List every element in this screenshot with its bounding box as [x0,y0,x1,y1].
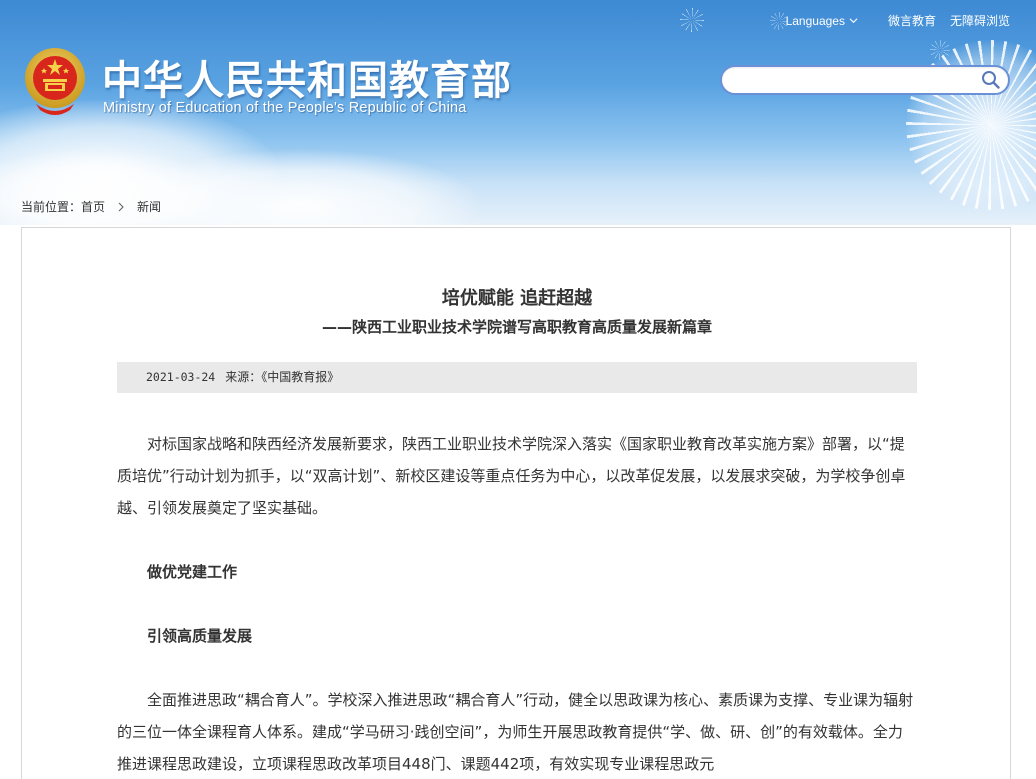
chevron-right-icon [118,202,124,211]
languages-dropdown[interactable]: Languages [786,14,858,28]
breadcrumb-label: 当前位置： [21,200,82,214]
article-source: 《中国教育报》 [261,370,340,384]
article-date: 2021-03-24 [146,370,216,384]
site-subtitle-en: Ministry of Education of the People's Re… [103,100,467,116]
site-title: 中华人民共和国教育部 [102,58,512,104]
site-header: 中华人民共和国教育部 Ministry of Education of the … [0,0,1036,225]
article-paragraph: 全面推进思政“耦合育人”。学校深入推进思政“耦合育人”行动，健全以思政课为核心、… [117,691,914,773]
article-meta-bar: 2021-03-24 来源：《中国教育报》 [117,362,917,393]
breadcrumb: 当前位置： 首页 新闻 [21,198,161,215]
source-label: 来源： [225,370,262,384]
search-input[interactable] [734,70,978,92]
section-heading: 引领高质量发展 [147,627,253,645]
national-emblem-icon [25,48,85,115]
languages-label: Languages [785,13,845,28]
article-paragraph: 对标国家战略和陕西经济发展新要求，陕西工业职业技术学院深入落实《国家职业教育改革… [117,435,906,517]
chevron-down-icon [849,18,858,24]
search-icon[interactable] [980,70,1002,90]
seed-decoration [680,8,704,32]
breadcrumb-news-link[interactable]: 新闻 [137,198,161,215]
seed-decoration [930,40,950,60]
article-title: 培优赋能 追赶超越 [441,288,593,309]
article-subtitle: ——陕西工业职业技术学院谱写高职教育高质量发展新篇章 [321,318,712,336]
breadcrumb-home-link[interactable]: 首页 [81,198,105,215]
top-links: Languages 微言教育 无障碍浏览 [786,12,1010,29]
article-body: 对标国家战略和陕西经济发展新要求，陕西工业职业技术学院深入落实《国家职业教育改革… [117,428,917,779]
article-panel: 培优赋能 追赶超越 ——陕西工业职业技术学院谱写高职教育高质量发展新篇章 202… [21,227,1011,779]
accessibility-link[interactable]: 无障碍浏览 [950,12,1010,29]
weibo-link[interactable]: 微言教育 [888,12,936,29]
section-heading: 做优党建工作 [147,563,238,581]
search-box [720,65,1010,95]
